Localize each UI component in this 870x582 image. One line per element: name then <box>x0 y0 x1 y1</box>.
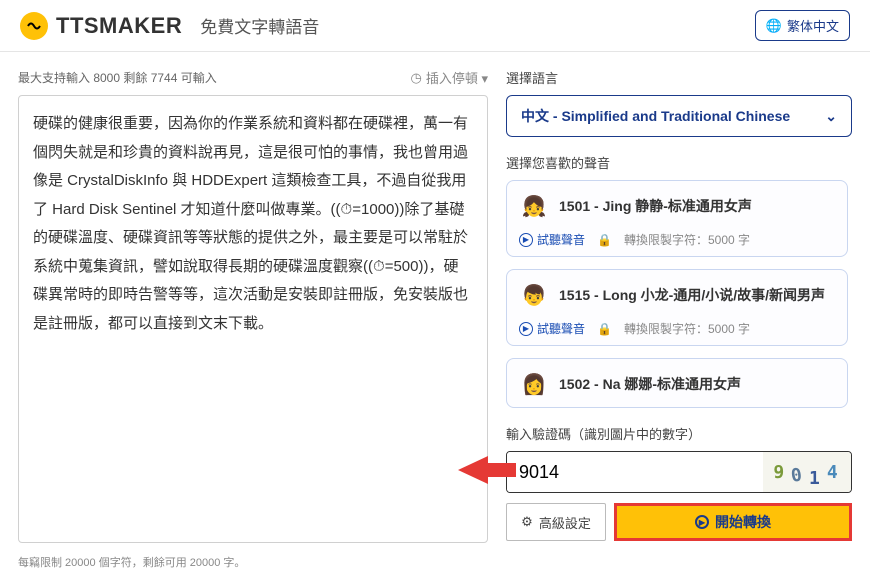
brand-logo: TTSMAKER <box>20 12 182 40</box>
voice-name: 1501 - Jing 静静-标准通用女声 <box>559 196 752 216</box>
advanced-settings-button[interactable]: ⚙ 高級設定 <box>506 503 606 541</box>
text-input[interactable] <box>18 95 488 543</box>
captcha-digit: 1 <box>809 468 823 489</box>
language-section-label: 選擇語言 <box>506 68 852 87</box>
clock-icon: ◷ <box>411 70 422 86</box>
preview-label: 試聽聲音 <box>537 320 585 337</box>
sliders-icon: ⚙ <box>521 514 533 530</box>
captcha-digit: 9 <box>773 462 787 483</box>
voice-name: 1502 - Na 娜娜-标准通用女声 <box>559 374 741 394</box>
voice-name: 1515 - Long 小龙-通用/小说/故事/新闻男声 <box>559 285 825 305</box>
avatar: 👦 <box>519 280 549 310</box>
captcha-digit: 0 <box>790 464 807 487</box>
char-limit-text: 最大支持輸入 8000 剩餘 7744 可輸入 <box>18 69 217 86</box>
play-icon: ▶ <box>519 233 533 247</box>
page-subtitle: 免費文字轉語音 <box>200 13 319 38</box>
insert-pause-label: 插入停頓 ▾ <box>426 68 488 87</box>
advanced-settings-label: 高級設定 <box>539 513 591 532</box>
start-convert-button[interactable]: ▶ 開始轉換 <box>614 503 852 541</box>
highlight-arrow-icon <box>458 452 518 488</box>
preview-label: 試聽聲音 <box>537 231 585 248</box>
start-convert-label: 開始轉換 <box>715 512 771 532</box>
voice-card[interactable]: 👦 1515 - Long 小龙-通用/小说/故事/新闻男声 ▶ 試聽聲音 🔒 … <box>506 269 848 346</box>
lock-icon: 🔒 <box>597 322 612 336</box>
voice-list[interactable]: 👧 1501 - Jing 静静-标准通用女声 ▶ 試聽聲音 🔒 轉換限製字符：… <box>506 180 852 412</box>
voice-card[interactable]: 👩 1502 - Na 娜娜-标准通用女声 <box>506 358 848 408</box>
avatar: 👩 <box>519 369 549 399</box>
brand-text: TTSMAKER <box>56 13 182 39</box>
voice-char-limit: 轉換限製字符：5000 字 <box>624 320 750 337</box>
insert-pause-button[interactable]: ◷ 插入停頓 ▾ <box>411 68 488 87</box>
preview-voice-button[interactable]: ▶ 試聽聲音 <box>519 320 585 337</box>
captcha-image: 9 0 1 4 <box>763 452 851 492</box>
language-switch-button[interactable]: 🌐 繁体中文 <box>755 10 850 41</box>
captcha-digit: 4 <box>827 462 841 483</box>
language-select[interactable]: 中文 - Simplified and Traditional Chinese … <box>506 95 852 137</box>
language-switch-label: 繁体中文 <box>787 16 839 35</box>
voice-section-label: 選擇您喜歡的聲音 <box>506 153 852 172</box>
captcha-input[interactable] <box>507 452 763 492</box>
play-circle-icon: ▶ <box>695 515 709 529</box>
voice-char-limit: 轉換限製字符：5000 字 <box>624 231 750 248</box>
play-icon: ▶ <box>519 322 533 336</box>
language-select-value: 中文 - Simplified and Traditional Chinese <box>521 106 790 126</box>
captcha-label: 輸入驗證碼（識別圖片中的數字） <box>506 424 852 443</box>
preview-voice-button[interactable]: ▶ 試聽聲音 <box>519 231 585 248</box>
globe-icon: 🌐 <box>766 18 782 34</box>
voice-card[interactable]: 👧 1501 - Jing 静静-标准通用女声 ▶ 試聽聲音 🔒 轉換限製字符：… <box>506 180 848 257</box>
chevron-down-icon: ⌄ <box>825 108 837 125</box>
footer-limit-note: 每竊限制 20000 個字符，剩餘可用 20000 字。 <box>18 554 488 570</box>
logo-icon <box>20 12 48 40</box>
avatar: 👧 <box>519 191 549 221</box>
lock-icon: 🔒 <box>597 233 612 247</box>
